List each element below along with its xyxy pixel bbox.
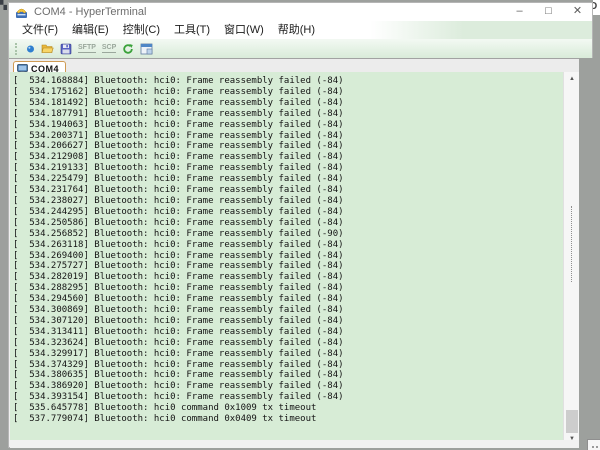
terminal-line: [ 534.200371] Bluetooth: hci0: Frame rea… <box>13 131 563 142</box>
terminal-line: [ 534.244295] Bluetooth: hci0: Frame rea… <box>13 207 563 218</box>
terminal-line: [ 534.380635] Bluetooth: hci0: Frame rea… <box>13 370 563 381</box>
terminal-line: [ 534.206627] Bluetooth: hci0: Frame rea… <box>13 141 563 152</box>
terminal-line: [ 534.313411] Bluetooth: hci0: Frame rea… <box>13 327 563 338</box>
sftp-button[interactable]: SFTP <box>78 44 96 53</box>
menu-item[interactable]: 窗口(W) <box>217 21 271 39</box>
app-icon <box>15 6 28 19</box>
window-bottom-strip <box>10 440 579 448</box>
toolbar-grip[interactable] <box>15 43 18 55</box>
vertical-scrollbar[interactable]: ▲ ▼ <box>563 72 579 447</box>
terminal-line: [ 534.238027] Bluetooth: hci0: Frame rea… <box>13 196 563 207</box>
menu-item[interactable]: 工具(T) <box>167 21 217 39</box>
scrollbar-marks <box>571 206 572 282</box>
maximize-button[interactable]: □ <box>534 3 563 21</box>
terminal-line: [ 534.386920] Bluetooth: hci0: Frame rea… <box>13 381 563 392</box>
minimize-button[interactable]: – <box>505 3 534 21</box>
terminal-line: [ 534.219133] Bluetooth: hci0: Frame rea… <box>13 163 563 174</box>
terminal-line: [ 534.269400] Bluetooth: hci0: Frame rea… <box>13 251 563 262</box>
terminal-line: [ 534.168884] Bluetooth: hci0: Frame rea… <box>13 76 563 87</box>
terminal-output[interactable]: [ 534.168884] Bluetooth: hci0: Frame rea… <box>10 72 563 440</box>
window-title: COM4 - HyperTerminal <box>34 6 146 18</box>
desktop: ▚ D COM4 - HyperTerminal – □ ✕ 文件(F)编辑(E… <box>0 0 600 450</box>
terminal-line: [ 534.181492] Bluetooth: hci0: Frame rea… <box>13 98 563 109</box>
terminal-line: [ 534.329917] Bluetooth: hci0: Frame rea… <box>13 349 563 360</box>
toolbar: SFTP SCP <box>9 39 592 58</box>
scrollbar-thumb[interactable] <box>566 410 578 433</box>
terminal-line: [ 534.323624] Bluetooth: hci0: Frame rea… <box>13 338 563 349</box>
terminal-line: [ 537.779074] Bluetooth: hci0 command 0x… <box>13 414 563 425</box>
background-window-fragment: D <box>593 0 600 15</box>
title-bar[interactable]: COM4 - HyperTerminal – □ ✕ <box>9 3 592 21</box>
close-button[interactable]: ✕ <box>563 3 592 21</box>
terminal-line: [ 534.225479] Bluetooth: hci0: Frame rea… <box>13 174 563 185</box>
terminal-line: [ 534.263118] Bluetooth: hci0: Frame rea… <box>13 240 563 251</box>
background-window-fragment <box>587 439 600 450</box>
terminal-line: [ 534.300869] Bluetooth: hci0: Frame rea… <box>13 305 563 316</box>
scp-button[interactable]: SCP <box>102 44 116 53</box>
terminal-line: [ 534.374329] Bluetooth: hci0: Frame rea… <box>13 360 563 371</box>
connect-ball-icon[interactable] <box>23 41 38 57</box>
terminal-line: [ 534.194063] Bluetooth: hci0: Frame rea… <box>13 120 563 131</box>
terminal-line: [ 534.393154] Bluetooth: hci0: Frame rea… <box>13 392 563 403</box>
menu-item[interactable]: 文件(F) <box>15 21 65 39</box>
window-dead-space <box>579 58 593 448</box>
menu-item[interactable]: 编辑(E) <box>65 21 116 39</box>
save-floppy-icon[interactable] <box>57 41 75 57</box>
terminal-line: [ 534.307120] Bluetooth: hci0: Frame rea… <box>13 316 563 327</box>
terminal-line: [ 534.275727] Bluetooth: hci0: Frame rea… <box>13 261 563 272</box>
menu-bar: 文件(F)编辑(E)控制(C)工具(T)窗口(W)帮助(H) <box>9 21 592 39</box>
terminal-line: [ 534.212908] Bluetooth: hci0: Frame rea… <box>13 152 563 163</box>
terminal-line: [ 535.645778] Bluetooth: hci0 command 0x… <box>13 403 563 414</box>
reconnect-refresh-icon[interactable] <box>119 41 137 57</box>
session-window-icon[interactable] <box>137 41 156 57</box>
terminal-line: [ 534.256852] Bluetooth: hci0: Frame rea… <box>13 229 563 240</box>
terminal-line: [ 534.250586] Bluetooth: hci0: Frame rea… <box>13 218 563 229</box>
terminal-line: [ 534.294560] Bluetooth: hci0: Frame rea… <box>13 294 563 305</box>
window-controls: – □ ✕ <box>505 3 592 21</box>
terminal-line: [ 534.282019] Bluetooth: hci0: Frame rea… <box>13 272 563 283</box>
background-window-fragment: ▚ <box>0 0 8 10</box>
terminal-line: [ 534.175162] Bluetooth: hci0: Frame rea… <box>13 87 563 98</box>
open-folder-icon[interactable] <box>38 41 57 57</box>
terminal-line: [ 534.288295] Bluetooth: hci0: Frame rea… <box>13 283 563 294</box>
menu-item[interactable]: 帮助(H) <box>271 21 322 39</box>
terminal-line: [ 534.231764] Bluetooth: hci0: Frame rea… <box>13 185 563 196</box>
hyperterminal-window: COM4 - HyperTerminal – □ ✕ 文件(F)编辑(E)控制(… <box>8 2 593 448</box>
scroll-up-icon[interactable]: ▲ <box>564 72 580 86</box>
terminal-line: [ 534.187791] Bluetooth: hci0: Frame rea… <box>13 109 563 120</box>
menu-item[interactable]: 控制(C) <box>116 21 167 39</box>
